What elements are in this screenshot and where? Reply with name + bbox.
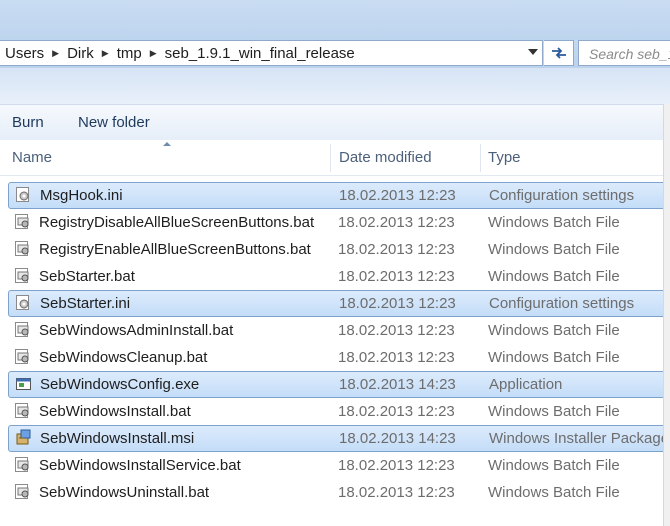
- breadcrumb-separator-icon[interactable]: ▶: [100, 48, 111, 59]
- breadcrumb-tmp[interactable]: tmp: [111, 45, 148, 62]
- search-input[interactable]: Search seb_1: [578, 40, 670, 66]
- file-row[interactable]: SebWindowsUninstall.bat 18.02.2013 12:23 W…: [0, 479, 670, 506]
- column-divider[interactable]: [480, 144, 481, 172]
- file-row[interactable]: SebWindowsCleanup.bat 18.02.2013 12:23 Win…: [0, 344, 670, 371]
- file-row[interactable]: SebWindowsConfig.exe 18.02.2013 14:23 Appl…: [8, 371, 670, 398]
- file-type: Windows Batch File: [488, 268, 620, 285]
- file-type: Windows Batch File: [488, 403, 620, 420]
- column-header-name[interactable]: Name: [12, 149, 52, 166]
- file-row[interactable]: SebWindowsInstall.bat 18.02.2013 12:23 Win…: [0, 398, 670, 425]
- column-header-date-modified[interactable]: Date modified: [339, 149, 432, 166]
- burn-button[interactable]: Burn: [12, 114, 44, 131]
- file-type: Windows Batch File: [488, 214, 620, 231]
- command-toolbar: Burn New folder: [0, 104, 670, 140]
- file-date-modified: 18.02.2013 12:23: [338, 484, 455, 501]
- batch-file-icon: [14, 240, 31, 257]
- file-type: Windows Batch File: [488, 457, 620, 474]
- breadcrumb-separator-icon[interactable]: ▶: [50, 48, 61, 59]
- file-date-modified: 18.02.2013 12:23: [338, 241, 455, 258]
- vertical-scrollbar[interactable]: [663, 104, 670, 526]
- address-bar[interactable]: Users ▶ Dirk ▶ tmp ▶ seb_1.9.1_win_final…: [0, 40, 543, 66]
- batch-file-icon: [14, 348, 31, 365]
- file-name: SebStarter.ini: [40, 295, 131, 312]
- file-name: SebWindowsUninstall.bat: [39, 484, 210, 501]
- file-type: Windows Batch File: [488, 322, 620, 339]
- file-date-modified: 18.02.2013 12:23: [338, 457, 455, 474]
- file-date-modified: 18.02.2013 12:23: [339, 187, 456, 204]
- sort-ascending-icon: [163, 142, 171, 146]
- file-name: MsgHook.ini: [40, 187, 123, 204]
- file-list: MsgHook.ini 18.02.2013 12:23 Configuration…: [0, 182, 670, 506]
- file-type: Configuration settings: [489, 295, 635, 312]
- file-row[interactable]: RegistryEnableAllBlueScreenButtons.bat 18…: [0, 236, 670, 263]
- column-headers: Name Date modified Type: [0, 140, 670, 176]
- file-date-modified: 18.02.2013 14:23: [339, 376, 456, 393]
- installer-package-icon: [15, 429, 32, 446]
- file-date-modified: 18.02.2013 12:23: [338, 322, 455, 339]
- file-name: SebWindowsInstallService.bat: [39, 457, 241, 474]
- refresh-button[interactable]: [544, 40, 574, 66]
- address-dropdown-icon[interactable]: [528, 49, 538, 55]
- file-name: SebWindowsInstall.msi: [40, 430, 195, 447]
- file-date-modified: 18.02.2013 12:23: [339, 295, 456, 312]
- batch-file-icon: [14, 456, 31, 473]
- breadcrumb-users[interactable]: Users: [0, 45, 50, 62]
- file-name: SebWindowsCleanup.bat: [39, 349, 208, 366]
- column-header-type[interactable]: Type: [488, 149, 521, 166]
- file-date-modified: 18.02.2013 14:23: [339, 430, 456, 447]
- window-titlebar: [0, 0, 670, 40]
- file-type: Configuration settings: [489, 187, 635, 204]
- batch-file-icon: [14, 213, 31, 230]
- address-row: Users ▶ Dirk ▶ tmp ▶ seb_1.9.1_win_final…: [0, 40, 670, 68]
- file-date-modified: 18.02.2013 12:23: [338, 268, 455, 285]
- file-row[interactable]: SebWindowsInstall.msi 18.02.2013 14:23 Win…: [8, 425, 670, 452]
- batch-file-icon: [14, 321, 31, 338]
- file-row[interactable]: SebStarter.ini 18.02.2013 12:23 Configurat…: [8, 290, 670, 317]
- new-folder-button[interactable]: New folder: [78, 114, 150, 131]
- file-name: SebWindowsConfig.exe: [40, 376, 200, 393]
- file-type: Windows Batch File: [488, 349, 620, 366]
- file-name: SebWindowsAdminInstall.bat: [39, 322, 234, 339]
- breadcrumb-current-folder[interactable]: seb_1.9.1_win_final_release: [159, 45, 361, 62]
- file-name: SebWindowsInstall.bat: [39, 403, 191, 420]
- column-divider[interactable]: [330, 144, 331, 172]
- file-name: RegistryDisableAllBlueScreenButtons.bat: [39, 214, 315, 231]
- file-row[interactable]: SebStarter.bat 18.02.2013 12:23 Windows Ba…: [0, 263, 670, 290]
- breadcrumb-separator-icon[interactable]: ▶: [148, 48, 159, 59]
- file-name: SebStarter.bat: [39, 268, 135, 285]
- file-type: Windows Batch File: [488, 484, 620, 501]
- navigation-band: [0, 68, 670, 104]
- file-row[interactable]: SebWindowsInstallService.bat 18.02.2013 1…: [0, 452, 670, 479]
- file-type: Windows Installer Package: [489, 430, 670, 447]
- file-type: Windows Batch File: [488, 241, 620, 258]
- file-row[interactable]: SebWindowsAdminInstall.bat 18.02.2013 12:…: [0, 317, 670, 344]
- file-date-modified: 18.02.2013 12:23: [338, 403, 455, 420]
- batch-file-icon: [14, 483, 31, 500]
- config-settings-icon: [15, 186, 32, 203]
- config-settings-icon: [15, 294, 32, 311]
- batch-file-icon: [14, 402, 31, 419]
- file-row[interactable]: MsgHook.ini 18.02.2013 12:23 Configuration…: [8, 182, 670, 209]
- application-icon: [15, 375, 32, 392]
- file-row[interactable]: RegistryDisableAllBlueScreenButtons.bat 1…: [0, 209, 670, 236]
- file-name: RegistryEnableAllBlueScreenButtons.bat: [39, 241, 311, 258]
- breadcrumb-dirk[interactable]: Dirk: [61, 45, 100, 62]
- file-date-modified: 18.02.2013 12:23: [338, 349, 455, 366]
- batch-file-icon: [14, 267, 31, 284]
- file-date-modified: 18.02.2013 12:23: [338, 214, 455, 231]
- refresh-icon: [551, 47, 566, 59]
- file-type: Application: [489, 376, 563, 393]
